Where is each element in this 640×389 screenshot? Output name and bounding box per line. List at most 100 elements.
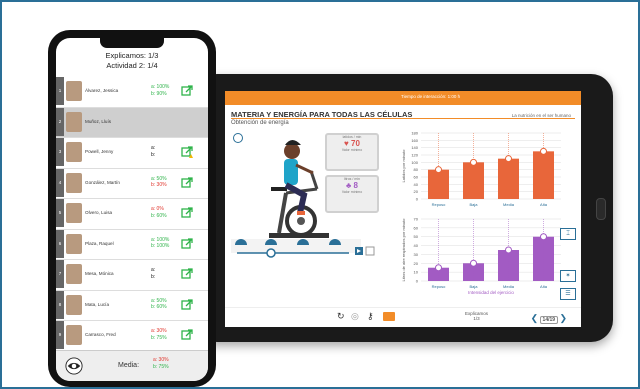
y-tick-label: 120 [411, 153, 418, 158]
next-page-icon[interactable]: ❯ [559, 313, 567, 323]
avatar [66, 264, 82, 284]
avatar [66, 294, 82, 315]
score-b: b: 60% [151, 304, 167, 310]
external-link-icon[interactable] [181, 85, 193, 97]
student-row[interactable]: 6 Plaza, Raquel a: 100% b: 100% [56, 229, 208, 260]
refresh-icon[interactable]: ↻ [337, 311, 345, 322]
y-axis-label: Litros de aire respirados por minuto [401, 218, 406, 282]
x-tick-label: Media [503, 284, 515, 289]
pager: ❮ 14/19 ❯ [531, 313, 567, 324]
media-b: b: 75% [153, 364, 169, 370]
bookmark-icon[interactable]: ⌶ [560, 228, 576, 240]
phone-notch [100, 38, 164, 48]
prev-page-icon[interactable]: ❮ [531, 313, 539, 323]
student-number: 8 [56, 290, 64, 319]
student-list: 1 Álvarez, Jessica a: 100% b: 90% 2 Muño… [56, 77, 208, 352]
y-tick-label: 60 [414, 225, 419, 230]
external-link-icon[interactable] [181, 268, 193, 280]
star-icon[interactable]: ✶ [560, 270, 576, 282]
title-divider [231, 118, 575, 119]
phone-screen: Explicamos: 1/3 Actividad 2: 1/4 1 Álvar… [56, 38, 208, 381]
student-scores: a: b: [151, 145, 155, 158]
external-link-icon[interactable] [181, 176, 193, 189]
x-tick-label: Media [503, 202, 515, 207]
x-tick-label: Reposo [432, 284, 447, 289]
student-name: Plaza, Raquel [85, 240, 114, 246]
y-tick-label: 180 [411, 131, 418, 136]
footer-section: Explicamos 1/3 [465, 311, 489, 321]
bar-marker [505, 155, 512, 163]
y-tick-label: 140 [411, 145, 418, 150]
student-row[interactable]: 5 Olvero, Luisa a: 0% b: 60% [56, 199, 208, 230]
student-row[interactable]: 3 Powell, Jenny a: b: [56, 138, 208, 169]
student-row[interactable]: 1 Álvarez, Jessica a: 100% b: 90% [56, 77, 208, 108]
score-a: a: 100% [151, 84, 170, 90]
key-icon[interactable]: ⚷ [367, 311, 374, 322]
external-link-icon[interactable] [181, 237, 193, 250]
avatar [66, 233, 82, 254]
eye-icon[interactable] [65, 357, 83, 375]
student-row[interactable]: 9 Carrasco, Fred a: 30% b: 75% [56, 321, 208, 352]
lesson-subtitle: Obtención de energía [231, 120, 289, 126]
student-row[interactable]: 7 Mesa, Mónica a: b: [56, 260, 208, 291]
score-a: a: [151, 145, 156, 151]
student-name: González, Martín [85, 179, 120, 185]
breathing-monitor: litros / min ♣ 8 Valor mínimo [325, 175, 379, 213]
avatar [66, 81, 82, 101]
bar-marker [435, 166, 442, 174]
exercise-scene: latidos / min ♥ 70 Valor mínimo litros /… [231, 131, 381, 259]
student-scores: a: 0% b: 60% [151, 206, 167, 219]
tablet-device: Tiempo de interacción: 1:00 h MATERIA Y … [195, 74, 613, 342]
external-link-icon[interactable] [181, 298, 193, 311]
phone-device: Explicamos: 1/3 Actividad 2: 1/4 1 Álvar… [48, 30, 216, 387]
list-icon[interactable]: ☰ [560, 288, 576, 300]
y-tick-label: 10 [414, 270, 419, 275]
student-row[interactable]: 8 Mata, Lucía a: 50% b: 60% [56, 290, 208, 321]
external-link-icon[interactable] [181, 207, 193, 219]
activity-progress: Actividad 2: 1/4 [106, 61, 158, 70]
y-tick-label: 40 [414, 182, 419, 187]
tablet-footer: ↻ ◎ ⚷ Explicamos 1/3 ❮ 14/19 ❯ [225, 307, 581, 327]
avatar [66, 111, 82, 132]
bar-marker [540, 233, 547, 241]
external-link-warning-icon[interactable] [181, 146, 193, 158]
y-tick-label: 70 [414, 217, 419, 222]
heart-rate-value: 70 [351, 139, 360, 148]
student-name: Álvarez, Jessica [85, 88, 119, 93]
x-tick-label: Alta [540, 202, 548, 207]
tablet-topbar: Tiempo de interacción: 1:00 h [225, 91, 581, 105]
external-link-icon[interactable] [181, 329, 193, 341]
avatar [66, 325, 82, 345]
student-scores: a: b: [151, 267, 155, 280]
phone-footer: Media: a: 30% b: 75% [56, 350, 208, 381]
student-number: 3 [56, 138, 64, 166]
score-b: b: 100% [151, 243, 170, 249]
target-icon[interactable]: ◎ [351, 311, 359, 322]
interaction-time-text: Tiempo de interacción: 1:00 h [401, 94, 461, 99]
reset-button [365, 246, 375, 256]
bar-marker [540, 147, 547, 155]
student-row[interactable]: 2 Muñoz, Lluís [56, 107, 208, 138]
y-tick-label: 80 [414, 167, 419, 172]
student-scores: a: 100% b: 90% [151, 84, 169, 97]
y-tick-label: 0 [416, 197, 419, 202]
x-axis-label: Intensidad del ejercicio [468, 290, 514, 295]
y-tick-label: 50 [414, 234, 419, 239]
student-row[interactable]: 4 González, Martín a: 50% b: 30% [56, 168, 208, 199]
explicamos-progress: Explicamos: 1/3 [105, 51, 159, 60]
x-tick-label: Alta [540, 284, 548, 289]
notes-icon[interactable] [383, 312, 395, 321]
avatar [66, 203, 82, 223]
bar [498, 158, 519, 199]
student-number: 2 [56, 107, 64, 136]
student-scores: a: 30% b: 75% [151, 328, 167, 341]
y-tick-label: 20 [414, 189, 419, 194]
score-b: b: [151, 151, 156, 158]
lungs-icon: ♣ [346, 181, 352, 190]
phone-header: Explicamos: 1/3 Actividad 2: 1/4 [56, 51, 208, 71]
avatar [66, 172, 82, 193]
student-name: Mata, Lucía [85, 301, 110, 307]
intensity-slider[interactable] [231, 235, 381, 265]
y-tick-label: 30 [414, 252, 419, 257]
tablet-home-button[interactable] [596, 198, 606, 220]
